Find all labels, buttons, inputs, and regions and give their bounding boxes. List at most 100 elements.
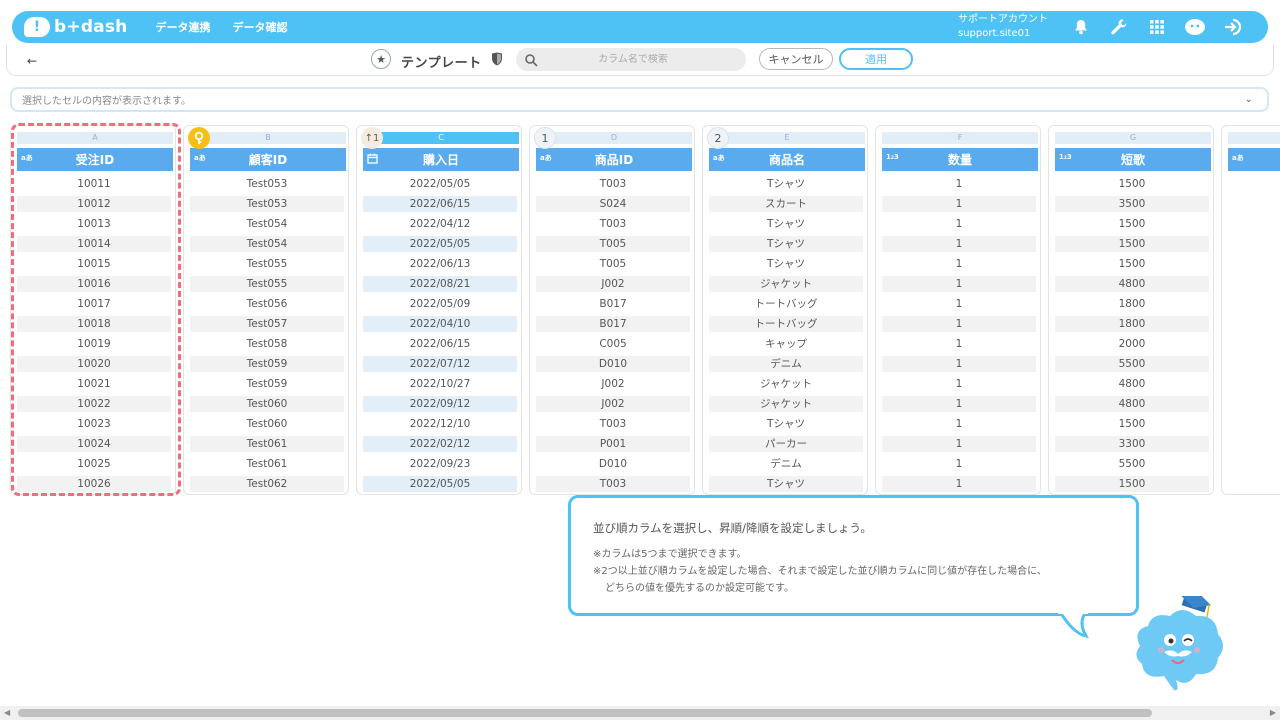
key-icon[interactable] bbox=[188, 127, 210, 149]
table-cell[interactable]: 1 bbox=[882, 214, 1036, 234]
table-cell[interactable]: 2022/04/12 bbox=[363, 214, 517, 234]
column-header[interactable]: aあ 受注ID bbox=[17, 148, 173, 171]
table-cell[interactable]: Test061 bbox=[190, 436, 344, 452]
table-cell[interactable]: 1500 bbox=[1055, 174, 1209, 194]
table-cell[interactable]: デニム bbox=[709, 454, 863, 474]
table-cell[interactable]: 10022 bbox=[17, 396, 171, 412]
table-cell[interactable]: P001 bbox=[536, 436, 690, 452]
column-letter[interactable]: D bbox=[536, 132, 692, 144]
scrollbar-thumb[interactable] bbox=[18, 709, 1152, 717]
table-cell[interactable]: J002 bbox=[536, 396, 690, 412]
table-cell[interactable]: 2022/04/10 bbox=[363, 316, 517, 332]
column-search-input[interactable] bbox=[538, 54, 728, 65]
table-cell[interactable]: 1 bbox=[882, 374, 1036, 394]
table-cell[interactable]: 2022/12/10 bbox=[363, 414, 517, 434]
table-cell[interactable]: B017 bbox=[536, 294, 690, 314]
table-cell[interactable]: Tシャツ bbox=[709, 236, 863, 252]
table-cell[interactable]: 2022/02/12 bbox=[363, 436, 517, 452]
column-letter[interactable]: G bbox=[1055, 132, 1211, 144]
table-cell[interactable]: 10025 bbox=[17, 454, 171, 474]
sort-priority-badge[interactable]: 1 bbox=[534, 127, 556, 149]
table-cell[interactable]: 1500 bbox=[1055, 214, 1209, 234]
table-cell[interactable]: 2022/09/12 bbox=[363, 396, 517, 412]
table-cell[interactable]: 1 bbox=[882, 236, 1036, 252]
table-cell[interactable]: 1500 bbox=[1055, 254, 1209, 274]
logout-icon[interactable] bbox=[1222, 16, 1244, 38]
table-cell[interactable]: 3500 bbox=[1055, 196, 1209, 212]
table-cell[interactable]: Tシャツ bbox=[709, 254, 863, 274]
table-cell[interactable]: ジャケット bbox=[709, 276, 863, 292]
table-cell[interactable]: T003 bbox=[536, 174, 690, 194]
table-cell[interactable]: Test053 bbox=[190, 174, 344, 194]
horizontal-scrollbar[interactable]: ◀ ▶ bbox=[0, 706, 1280, 720]
apply-button[interactable]: 適用 bbox=[839, 48, 913, 70]
table-cell[interactable]: 10017 bbox=[17, 294, 171, 314]
column-header[interactable]: 1₂3 数量 bbox=[882, 148, 1038, 171]
table-cell[interactable]: 1500 bbox=[1055, 236, 1209, 252]
table-cell[interactable]: 4800 bbox=[1055, 276, 1209, 292]
table-cell[interactable]: Test060 bbox=[190, 414, 344, 434]
table-cell[interactable]: Test059 bbox=[190, 374, 344, 394]
table-cell[interactable]: Test061 bbox=[190, 454, 344, 474]
table-cell[interactable]: 10026 bbox=[17, 476, 171, 492]
table-cell[interactable]: Tシャツ bbox=[709, 476, 863, 492]
table-cell[interactable]: 1800 bbox=[1055, 316, 1209, 332]
table-cell[interactable]: Test062 bbox=[190, 476, 344, 492]
table-cell[interactable]: 10024 bbox=[17, 436, 171, 452]
table-cell[interactable]: 2022/06/15 bbox=[363, 196, 517, 212]
logo[interactable]: ! b+dash bbox=[24, 11, 127, 43]
table-cell[interactable]: Test054 bbox=[190, 214, 344, 234]
scroll-right-icon[interactable]: ▶ bbox=[1270, 708, 1276, 717]
table-cell[interactable]: J002 bbox=[536, 374, 690, 394]
table-cell[interactable]: 1 bbox=[882, 396, 1036, 412]
table-cell[interactable]: 1 bbox=[882, 436, 1036, 452]
table-cell[interactable]: 1800 bbox=[1055, 294, 1209, 314]
column-header[interactable]: 購入日 bbox=[363, 148, 519, 171]
table-cell[interactable]: Test055 bbox=[190, 254, 344, 274]
table-cell[interactable]: D010 bbox=[536, 356, 690, 372]
table-cell[interactable]: 10012 bbox=[17, 196, 171, 212]
table-cell[interactable]: B017 bbox=[536, 316, 690, 332]
table-cell[interactable]: 1 bbox=[882, 196, 1036, 212]
table-cell[interactable]: Test060 bbox=[190, 396, 344, 412]
table-cell[interactable]: スカート bbox=[709, 196, 863, 212]
table-cell[interactable]: 10019 bbox=[17, 334, 171, 354]
table-cell[interactable]: Tシャツ bbox=[709, 214, 863, 234]
table-cell[interactable]: 2022/10/27 bbox=[363, 374, 517, 394]
table-cell[interactable]: T003 bbox=[536, 214, 690, 234]
table-cell[interactable]: T005 bbox=[536, 236, 690, 252]
table-cell[interactable]: トートバッグ bbox=[709, 294, 863, 314]
column-letter[interactable]: C bbox=[363, 132, 519, 144]
table-cell[interactable]: Test057 bbox=[190, 316, 344, 332]
table-cell[interactable]: トートバッグ bbox=[709, 316, 863, 332]
column-header[interactable]: aあ bbox=[1228, 148, 1280, 171]
table-cell[interactable]: S024 bbox=[536, 196, 690, 212]
table-cell[interactable]: キャップ bbox=[709, 334, 863, 354]
column-letter[interactable]: E bbox=[709, 132, 865, 144]
column-header[interactable]: aあ 商品名 bbox=[709, 148, 865, 171]
table-cell[interactable]: 10014 bbox=[17, 236, 171, 252]
table-cell[interactable]: 2022/06/15 bbox=[363, 334, 517, 354]
cancel-button[interactable]: キャンセル bbox=[759, 48, 833, 70]
column-letter[interactable]: F bbox=[882, 132, 1038, 144]
back-arrow-icon[interactable]: ← bbox=[27, 54, 37, 68]
table-cell[interactable]: C005 bbox=[536, 334, 690, 354]
grid-menu-icon[interactable] bbox=[1146, 16, 1168, 38]
table-cell[interactable]: 1 bbox=[882, 414, 1036, 434]
table-cell[interactable]: Test053 bbox=[190, 196, 344, 212]
table-cell[interactable]: 2022/09/23 bbox=[363, 454, 517, 474]
table-cell[interactable]: 1 bbox=[882, 294, 1036, 314]
sort-priority-badge[interactable]: 2 bbox=[707, 127, 729, 149]
table-cell[interactable]: Test059 bbox=[190, 356, 344, 372]
table-cell[interactable]: Tシャツ bbox=[709, 174, 863, 194]
nav-data-link[interactable]: データ連携 bbox=[155, 19, 210, 35]
table-cell[interactable]: 1 bbox=[882, 334, 1036, 354]
table-cell[interactable]: 4800 bbox=[1055, 396, 1209, 412]
table-cell[interactable]: 1500 bbox=[1055, 476, 1209, 492]
scroll-left-icon[interactable]: ◀ bbox=[4, 708, 10, 717]
table-cell[interactable]: Test055 bbox=[190, 276, 344, 292]
table-cell[interactable]: 2022/07/12 bbox=[363, 356, 517, 372]
table-cell[interactable]: ジャケット bbox=[709, 374, 863, 394]
table-cell[interactable]: T003 bbox=[536, 476, 690, 492]
table-cell[interactable]: 5500 bbox=[1055, 356, 1209, 372]
